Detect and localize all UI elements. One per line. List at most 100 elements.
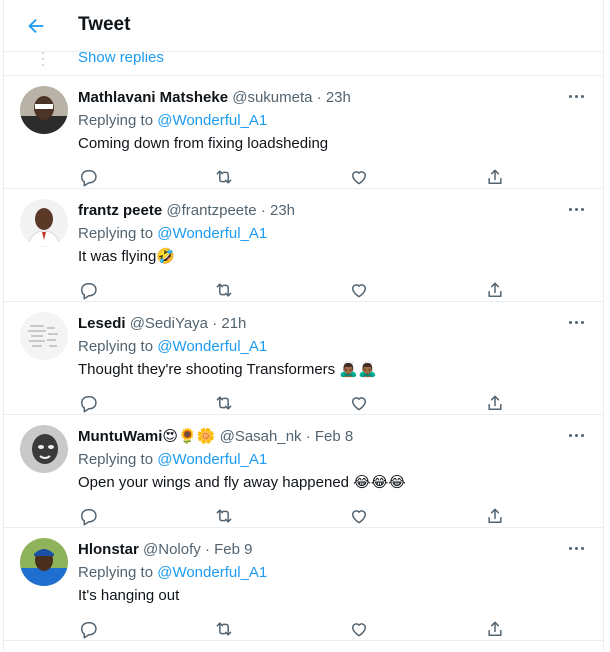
like-button[interactable] [349, 167, 369, 187]
reply-icon [81, 396, 97, 413]
share-icon [488, 621, 502, 636]
reply-button[interactable] [78, 280, 98, 300]
retweet-button[interactable] [214, 619, 234, 639]
mention-link[interactable]: @Wonderful_A1 [157, 112, 267, 129]
tweet-time[interactable]: 23h [326, 89, 351, 106]
retweet-icon [216, 170, 232, 184]
tweet-header: Hlonstar @Nolofy · Feb 9 [78, 540, 252, 559]
tweet-time[interactable]: Feb 8 [315, 428, 353, 445]
replying-to: Replying to @Wonderful_A1 [78, 224, 267, 243]
mention-link[interactable]: @Wonderful_A1 [157, 451, 267, 468]
share-icon [488, 169, 502, 184]
tweet-header: Mathlavani Matsheke @sukumeta · 23h [78, 88, 351, 107]
tweet-header: MuntuWami😍🌻🌼 @Sasah_nk · Feb 8 [78, 427, 353, 446]
separator: · [260, 202, 266, 219]
reply-icon [81, 509, 97, 526]
tweet-text: Thought they're shooting Transformers 🙇🏾… [78, 361, 377, 378]
reply-icon [81, 170, 97, 187]
reply-icon [81, 622, 97, 639]
share-button[interactable] [485, 280, 505, 300]
retweet-button[interactable] [214, 393, 234, 413]
tweet-time[interactable]: 21h [221, 315, 246, 332]
retweet-button[interactable] [214, 167, 234, 187]
like-icon [352, 623, 366, 637]
mention-link[interactable]: @Wonderful_A1 [157, 338, 267, 355]
retweet-button[interactable] [214, 280, 234, 300]
replying-to: Replying to @Wonderful_A1 [78, 563, 267, 582]
back-button[interactable] [18, 8, 54, 44]
like-icon [352, 284, 366, 298]
tweet-text: It's hanging out [78, 587, 180, 604]
arrow-left-icon [28, 18, 44, 34]
share-button[interactable] [485, 619, 505, 639]
more-options-button[interactable] [564, 88, 588, 104]
author-handle[interactable]: @sukumeta [232, 89, 312, 106]
more-options-button[interactable] [564, 314, 588, 330]
tweet[interactable]: MuntuWami😍🌻🌼 @Sasah_nk · Feb 8 Replying … [4, 415, 603, 528]
show-replies-row: Show replies [4, 49, 603, 76]
replying-to: Replying to @Wonderful_A1 [78, 450, 267, 469]
author-name[interactable]: frantz peete [78, 202, 162, 219]
tweet-text: It was flying🤣 [78, 248, 176, 265]
replying-to: Replying to @Wonderful_A1 [78, 111, 267, 130]
avatar[interactable] [20, 312, 68, 360]
tweet[interactable]: frantz peete @frantzpeete · 23h Replying… [4, 189, 603, 302]
reply-button[interactable] [78, 506, 98, 526]
reply-button[interactable] [78, 167, 98, 187]
replying-prefix: Replying to [78, 564, 154, 581]
author-handle[interactable]: @Sasah_nk [220, 428, 302, 445]
page-header: Tweet [4, 0, 603, 52]
like-button[interactable] [349, 506, 369, 526]
author-name[interactable]: Hlonstar [78, 541, 139, 558]
tweet[interactable]: Lesedi @SediYaya · 21h Replying to @Wond… [4, 302, 603, 415]
author-handle[interactable]: @frantzpeete [166, 202, 256, 219]
retweet-icon [216, 622, 232, 636]
like-button[interactable] [349, 619, 369, 639]
replying-prefix: Replying to [78, 451, 154, 468]
column-border-right [603, 0, 604, 652]
tweet-time[interactable]: Feb 9 [214, 541, 252, 558]
author-handle[interactable]: @SediYaya [130, 315, 208, 332]
like-icon [352, 510, 366, 524]
more-options-button[interactable] [564, 427, 588, 443]
reply-button[interactable] [78, 619, 98, 639]
replying-prefix: Replying to [78, 112, 154, 129]
like-button[interactable] [349, 280, 369, 300]
reply-button[interactable] [78, 393, 98, 413]
tweet-actions [78, 169, 508, 189]
retweet-icon [216, 283, 232, 297]
share-button[interactable] [485, 167, 505, 187]
author-name[interactable]: MuntuWami😍🌻🌼 [78, 428, 215, 445]
avatar[interactable] [20, 425, 68, 473]
separator: · [204, 541, 210, 558]
author-handle[interactable]: @Nolofy [143, 541, 201, 558]
reply-icon [81, 283, 97, 300]
mention-link[interactable]: @Wonderful_A1 [157, 225, 267, 242]
tweet-actions [78, 395, 508, 415]
tweet-actions [78, 621, 508, 641]
avatar[interactable] [20, 538, 68, 586]
tweet[interactable]: Mathlavani Matsheke @sukumeta · 23h Repl… [4, 76, 603, 189]
share-icon [488, 508, 502, 523]
share-button[interactable] [485, 393, 505, 413]
tweet-header: frantz peete @frantzpeete · 23h [78, 201, 295, 220]
thread-dots [41, 52, 45, 66]
like-button[interactable] [349, 393, 369, 413]
share-button[interactable] [485, 506, 505, 526]
tweet[interactable]: Hlonstar @Nolofy · Feb 9 Replying to @Wo… [4, 528, 603, 641]
mention-link[interactable]: @Wonderful_A1 [157, 564, 267, 581]
avatar[interactable] [20, 199, 68, 247]
author-name[interactable]: Lesedi [78, 315, 126, 332]
retweet-icon [216, 509, 232, 523]
tweet-header: Lesedi @SediYaya · 21h [78, 314, 246, 333]
page-title: Tweet [78, 14, 131, 35]
author-name[interactable]: Mathlavani Matsheke [78, 89, 228, 106]
more-options-button[interactable] [564, 201, 588, 217]
tweet-time[interactable]: 23h [270, 202, 295, 219]
retweet-button[interactable] [214, 506, 234, 526]
share-icon [488, 395, 502, 410]
share-icon [488, 282, 502, 297]
replying-prefix: Replying to [78, 225, 154, 242]
more-options-button[interactable] [564, 540, 588, 556]
avatar[interactable] [20, 86, 68, 134]
